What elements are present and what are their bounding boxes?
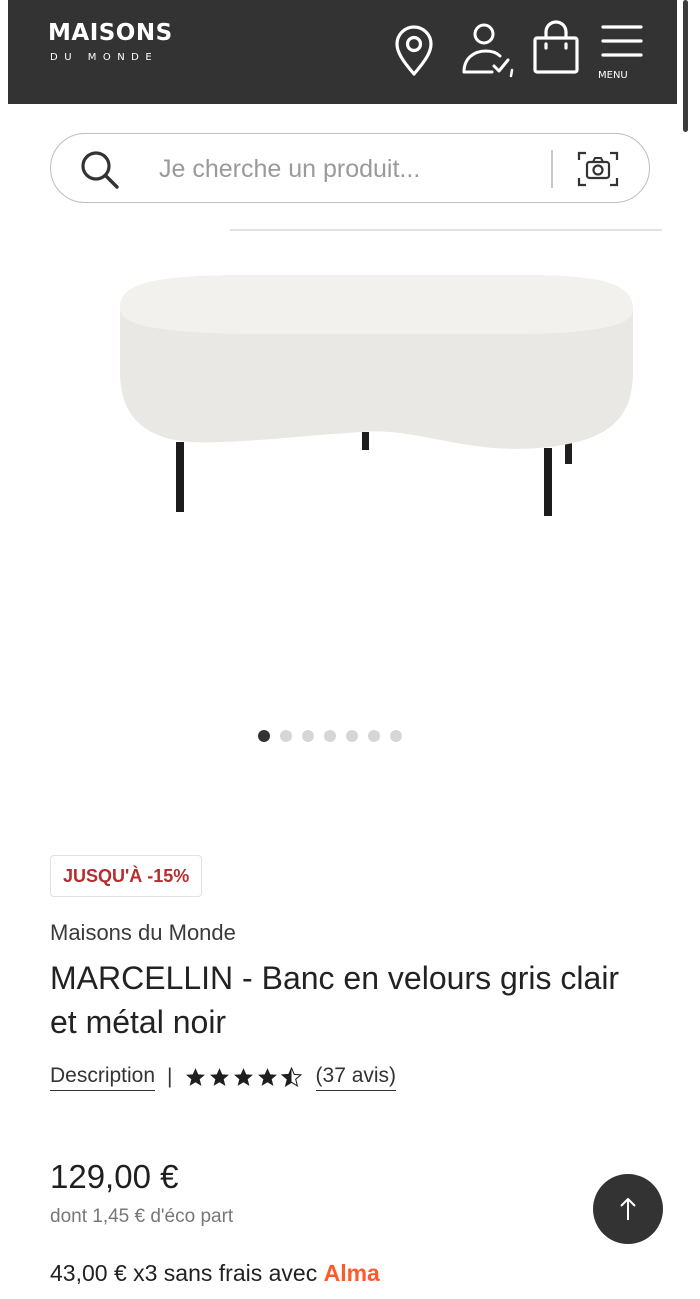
account-icon[interactable] xyxy=(456,22,518,80)
carousel-dot-active[interactable] xyxy=(258,730,270,742)
camera-search-icon[interactable] xyxy=(575,148,621,190)
carousel-dot[interactable] xyxy=(368,730,380,742)
star-full-icon xyxy=(185,1068,205,1086)
meta-separator: | xyxy=(167,1065,173,1088)
carousel-dot[interactable] xyxy=(280,730,292,742)
site-header: MAISONS DU MONDE MENU xyxy=(8,0,677,104)
search-icon[interactable] xyxy=(79,150,121,190)
scrollbar[interactable] xyxy=(683,0,688,132)
carousel-dot[interactable] xyxy=(324,730,336,742)
back-to-top-button[interactable] xyxy=(593,1174,663,1244)
section-divider xyxy=(230,229,662,231)
star-full-icon xyxy=(257,1068,277,1086)
shopping-bag-icon[interactable] xyxy=(531,20,581,76)
star-full-icon xyxy=(233,1068,253,1086)
search-divider xyxy=(551,150,553,188)
arrow-up-icon xyxy=(620,1198,636,1220)
discount-badge: JUSQU'À -15% xyxy=(50,855,203,897)
hamburger-menu-icon[interactable] xyxy=(600,22,644,64)
star-half-icon xyxy=(280,1067,302,1087)
product-image-bench[interactable] xyxy=(100,262,640,524)
carousel-dots xyxy=(258,730,402,742)
location-pin-icon[interactable] xyxy=(392,24,436,78)
carousel-dot[interactable] xyxy=(346,730,358,742)
product-title: MARCELLIN - Banc en velours gris clair e… xyxy=(50,960,620,1040)
installments-label: 43,00 € x3 sans frais avec xyxy=(50,1260,318,1286)
product-price: 129,00 € xyxy=(50,1158,179,1195)
logo-main-text: MAISONS xyxy=(48,20,173,46)
eco-part-text: dont 1,45 € d'éco part xyxy=(50,1206,234,1227)
reviews-link[interactable]: (37 avis) xyxy=(315,1064,397,1091)
search-bar[interactable] xyxy=(50,133,650,203)
product-meta-row: Description | (37 avis) xyxy=(50,1062,397,1092)
carousel-dot[interactable] xyxy=(390,730,402,742)
alma-logo[interactable]: Alma xyxy=(324,1260,380,1286)
maisons-du-monde-logo[interactable]: MAISONS DU MONDE xyxy=(48,20,173,63)
menu-label[interactable]: MENU xyxy=(598,70,628,81)
carousel-dot[interactable] xyxy=(302,730,314,742)
product-brand[interactable]: Maisons du Monde xyxy=(50,920,236,946)
search-input[interactable] xyxy=(159,152,539,186)
description-link[interactable]: Description xyxy=(50,1064,156,1091)
logo-sub-text: DU MONDE xyxy=(50,52,159,63)
installments-text: 43,00 € x3 sans frais avec Alma xyxy=(50,1260,380,1287)
rating-stars[interactable] xyxy=(185,1067,302,1087)
star-full-icon xyxy=(209,1068,229,1086)
